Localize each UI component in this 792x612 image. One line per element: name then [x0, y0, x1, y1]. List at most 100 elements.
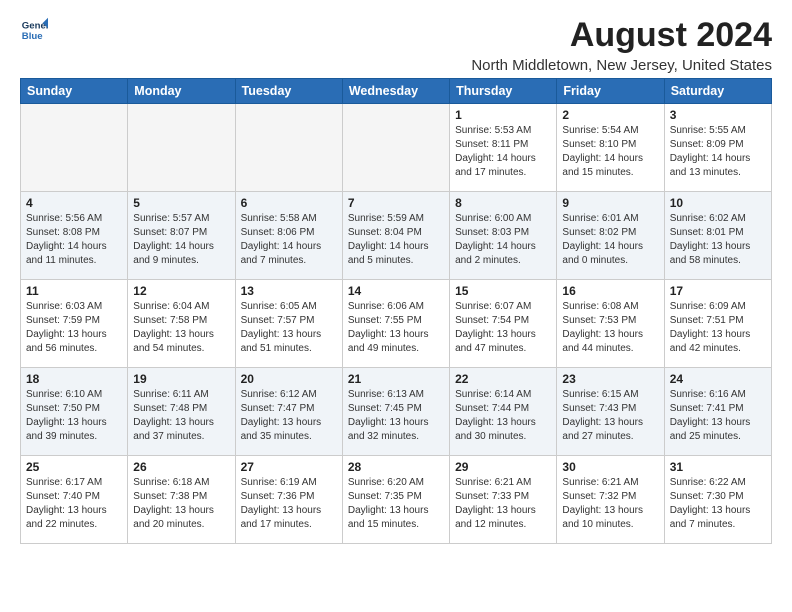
day-info: Sunrise: 6:02 AM Sunset: 8:01 PM Dayligh…	[670, 212, 766, 268]
day-info: Sunrise: 6:18 AM Sunset: 7:38 PM Dayligh…	[133, 476, 229, 532]
day-info: Sunrise: 6:11 AM Sunset: 7:48 PM Dayligh…	[133, 388, 229, 444]
col-wednesday: Wednesday	[342, 79, 449, 104]
day-info: Sunrise: 6:09 AM Sunset: 7:51 PM Dayligh…	[670, 300, 766, 356]
table-row: 22Sunrise: 6:14 AM Sunset: 7:44 PM Dayli…	[450, 368, 557, 456]
table-row: 13 Sunrise: 6:05 AM Sunset: 7:57 PM Dayli…	[235, 280, 342, 368]
table-row: 20Sunrise: 6:12 AM Sunset: 7:47 PM Dayli…	[235, 368, 342, 456]
day-number: 29	[455, 460, 551, 474]
day-number: 8	[455, 196, 551, 210]
day-info: Sunrise: 6:17 AM Sunset: 7:40 PM Dayligh…	[26, 476, 122, 532]
table-row: 15 Sunrise: 6:07 AM Sunset: 7:54 PM Dayli…	[450, 280, 557, 368]
day-number: 16	[562, 284, 658, 298]
table-row: 3 Sunrise: 5:55 AM Sunset: 8:09 PM Daylig…	[664, 104, 771, 192]
table-row: 25 Sunrise: 6:17 AM Sunset: 7:40 PM Dayli…	[21, 456, 128, 544]
calendar-week-row: 18Sunrise: 6:10 AM Sunset: 7:50 PM Dayli…	[21, 368, 772, 456]
page-header: General Blue August 2024 North Middletow…	[20, 16, 772, 74]
day-number: 19	[133, 372, 229, 386]
table-row: 26 Sunrise: 6:18 AM Sunset: 7:38 PM Dayli…	[128, 456, 235, 544]
day-info: Sunrise: 6:20 AM Sunset: 7:35 PM Dayligh…	[348, 476, 444, 532]
table-row	[342, 104, 449, 192]
day-info: Sunrise: 5:54 AM Sunset: 8:10 PM Dayligh…	[562, 124, 658, 180]
day-number: 5	[133, 196, 229, 210]
table-row	[21, 104, 128, 192]
day-number: 25	[26, 460, 122, 474]
calendar-header-row: Sunday Monday Tuesday Wednesday Thursday…	[21, 79, 772, 104]
day-number: 26	[133, 460, 229, 474]
col-tuesday: Tuesday	[235, 79, 342, 104]
table-row: 31Sunrise: 6:22 AM Sunset: 7:30 PM Dayli…	[664, 456, 771, 544]
day-number: 23	[562, 372, 658, 386]
day-info: Sunrise: 6:04 AM Sunset: 7:58 PM Dayligh…	[133, 300, 229, 356]
day-number: 22	[455, 372, 551, 386]
day-info: Sunrise: 5:57 AM Sunset: 8:07 PM Dayligh…	[133, 212, 229, 268]
day-info: Sunrise: 6:03 AM Sunset: 7:59 PM Dayligh…	[26, 300, 122, 356]
table-row: 29 Sunrise: 6:21 AM Sunset: 7:33 PM Dayli…	[450, 456, 557, 544]
table-row: 17 Sunrise: 6:09 AM Sunset: 7:51 PM Dayli…	[664, 280, 771, 368]
day-number: 11	[26, 284, 122, 298]
table-row	[128, 104, 235, 192]
day-number: 12	[133, 284, 229, 298]
day-info: Sunrise: 6:05 AM Sunset: 7:57 PM Dayligh…	[241, 300, 337, 356]
day-info: Sunrise: 5:55 AM Sunset: 8:09 PM Dayligh…	[670, 124, 766, 180]
table-row: 10 Sunrise: 6:02 AM Sunset: 8:01 PM Dayli…	[664, 192, 771, 280]
day-number: 2	[562, 108, 658, 122]
calendar-week-row: 1Sunrise: 5:53 AM Sunset: 8:11 PM Daylig…	[21, 104, 772, 192]
day-info: Sunrise: 6:15 AM Sunset: 7:43 PM Dayligh…	[562, 388, 658, 444]
table-row: 1Sunrise: 5:53 AM Sunset: 8:11 PM Daylig…	[450, 104, 557, 192]
table-row: 4 Sunrise: 5:56 AM Sunset: 8:08 PM Daylig…	[21, 192, 128, 280]
day-info: Sunrise: 6:21 AM Sunset: 7:33 PM Dayligh…	[455, 476, 551, 532]
day-info: Sunrise: 5:53 AM Sunset: 8:11 PM Dayligh…	[455, 124, 551, 180]
col-monday: Monday	[128, 79, 235, 104]
page-title: August 2024	[471, 16, 772, 55]
title-block: August 2024 North Middletown, New Jersey…	[471, 16, 772, 74]
table-row: 27 Sunrise: 6:19 AM Sunset: 7:36 PM Dayli…	[235, 456, 342, 544]
day-number: 3	[670, 108, 766, 122]
day-info: Sunrise: 6:12 AM Sunset: 7:47 PM Dayligh…	[241, 388, 337, 444]
logo-icon: General Blue	[20, 16, 48, 44]
table-row: 28 Sunrise: 6:20 AM Sunset: 7:35 PM Dayli…	[342, 456, 449, 544]
table-row: 2 Sunrise: 5:54 AM Sunset: 8:10 PM Daylig…	[557, 104, 664, 192]
table-row: 19 Sunrise: 6:11 AM Sunset: 7:48 PM Dayli…	[128, 368, 235, 456]
day-info: Sunrise: 5:58 AM Sunset: 8:06 PM Dayligh…	[241, 212, 337, 268]
calendar-week-row: 25 Sunrise: 6:17 AM Sunset: 7:40 PM Dayli…	[21, 456, 772, 544]
table-row: 23 Sunrise: 6:15 AM Sunset: 7:43 PM Dayli…	[557, 368, 664, 456]
day-info: Sunrise: 5:59 AM Sunset: 8:04 PM Dayligh…	[348, 212, 444, 268]
day-number: 14	[348, 284, 444, 298]
col-sunday: Sunday	[21, 79, 128, 104]
day-info: Sunrise: 6:21 AM Sunset: 7:32 PM Dayligh…	[562, 476, 658, 532]
calendar-week-row: 11 Sunrise: 6:03 AM Sunset: 7:59 PM Dayli…	[21, 280, 772, 368]
table-row: 9Sunrise: 6:01 AM Sunset: 8:02 PM Daylig…	[557, 192, 664, 280]
day-number: 10	[670, 196, 766, 210]
col-friday: Friday	[557, 79, 664, 104]
page-subtitle: North Middletown, New Jersey, United Sta…	[471, 57, 772, 74]
day-info: Sunrise: 6:22 AM Sunset: 7:30 PM Dayligh…	[670, 476, 766, 532]
day-info: Sunrise: 6:00 AM Sunset: 8:03 PM Dayligh…	[455, 212, 551, 268]
table-row: 7 Sunrise: 5:59 AM Sunset: 8:04 PM Daylig…	[342, 192, 449, 280]
day-info: Sunrise: 6:07 AM Sunset: 7:54 PM Dayligh…	[455, 300, 551, 356]
table-row: 21Sunrise: 6:13 AM Sunset: 7:45 PM Dayli…	[342, 368, 449, 456]
col-thursday: Thursday	[450, 79, 557, 104]
day-info: Sunrise: 6:06 AM Sunset: 7:55 PM Dayligh…	[348, 300, 444, 356]
day-info: Sunrise: 6:13 AM Sunset: 7:45 PM Dayligh…	[348, 388, 444, 444]
table-row: 24 Sunrise: 6:16 AM Sunset: 7:41 PM Dayli…	[664, 368, 771, 456]
day-number: 28	[348, 460, 444, 474]
table-row: 8 Sunrise: 6:00 AM Sunset: 8:03 PM Daylig…	[450, 192, 557, 280]
calendar-table: Sunday Monday Tuesday Wednesday Thursday…	[20, 78, 772, 544]
day-info: Sunrise: 6:01 AM Sunset: 8:02 PM Dayligh…	[562, 212, 658, 268]
day-number: 13	[241, 284, 337, 298]
day-number: 24	[670, 372, 766, 386]
table-row	[235, 104, 342, 192]
day-info: Sunrise: 6:19 AM Sunset: 7:36 PM Dayligh…	[241, 476, 337, 532]
day-number: 4	[26, 196, 122, 210]
svg-text:Blue: Blue	[22, 31, 43, 42]
day-number: 15	[455, 284, 551, 298]
day-number: 17	[670, 284, 766, 298]
day-number: 6	[241, 196, 337, 210]
day-info: Sunrise: 6:16 AM Sunset: 7:41 PM Dayligh…	[670, 388, 766, 444]
day-number: 27	[241, 460, 337, 474]
logo: General Blue	[20, 16, 48, 44]
day-info: Sunrise: 5:56 AM Sunset: 8:08 PM Dayligh…	[26, 212, 122, 268]
day-number: 7	[348, 196, 444, 210]
table-row: 6 Sunrise: 5:58 AM Sunset: 8:06 PM Daylig…	[235, 192, 342, 280]
day-info: Sunrise: 6:08 AM Sunset: 7:53 PM Dayligh…	[562, 300, 658, 356]
